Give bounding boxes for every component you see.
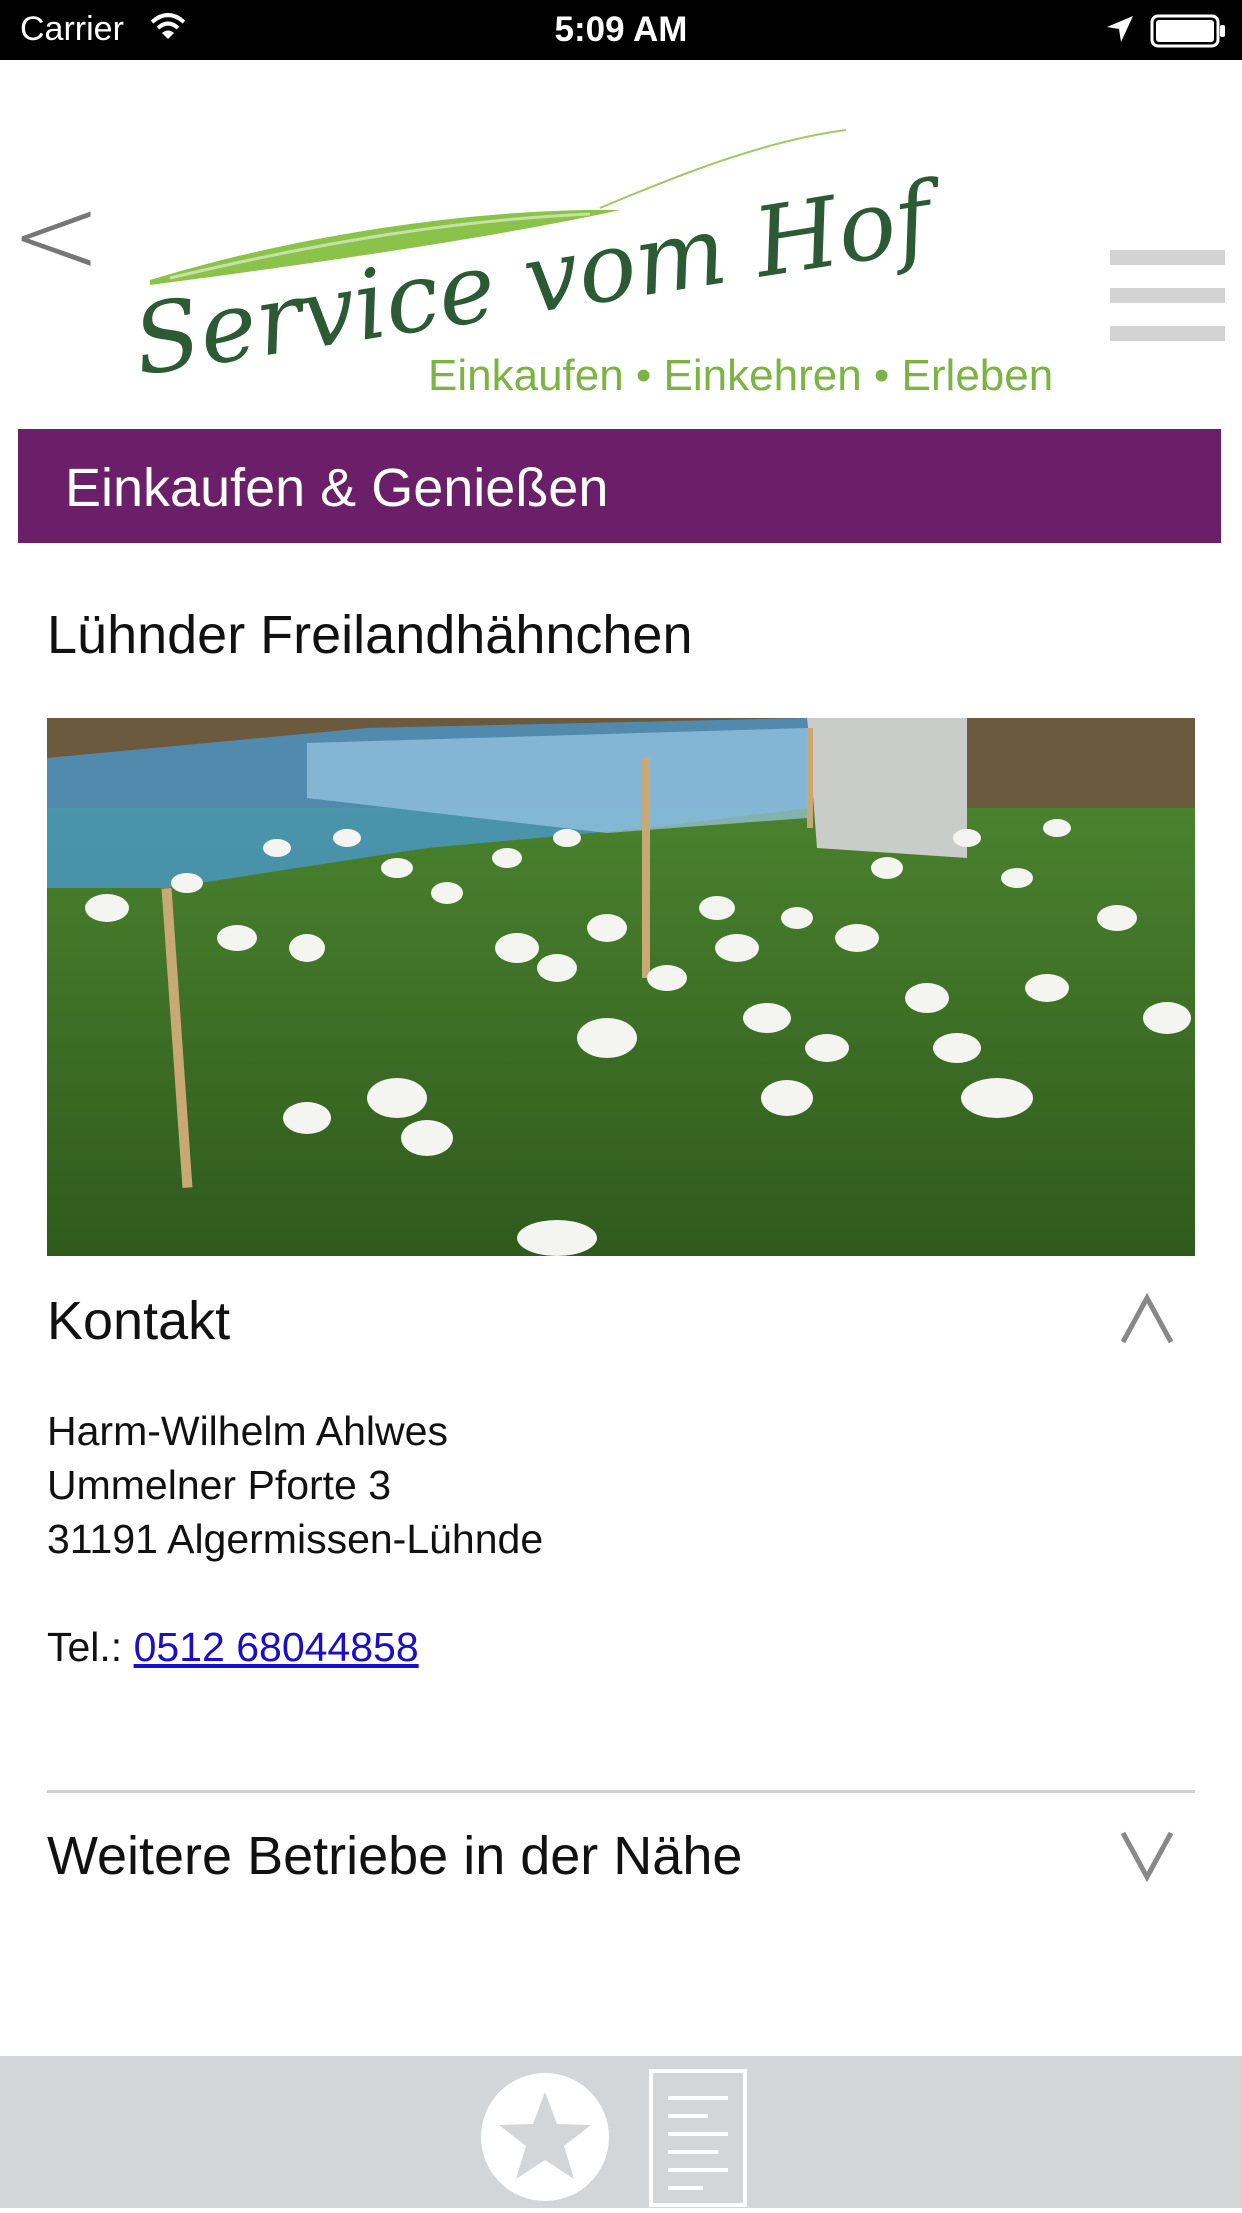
phone-row: Tel.: 0512 68044858 xyxy=(47,1620,543,1674)
listing-title: Lühnder Freilandhähnchen xyxy=(47,605,693,665)
svg-text:Einkaufen • Einkehren • Erlebe: Einkaufen • Einkehren • Erleben xyxy=(428,351,1053,400)
contact-details: Harm-Wilhelm Ahlwes Ummelner Pforte 3 31… xyxy=(47,1404,543,1674)
contact-name: Harm-Wilhelm Ahlwes xyxy=(47,1408,448,1454)
star-icon xyxy=(481,2073,609,2201)
menu-bar-line xyxy=(1110,250,1225,265)
menu-bar-line xyxy=(1110,288,1225,303)
category-title: Einkaufen & Genießen xyxy=(65,458,609,518)
app-header: < Service vom Hof Einkaufen • Einkehren … xyxy=(0,60,1242,430)
nearby-section-header[interactable]: Weitere Betriebe in der Nähe xyxy=(47,1825,1195,1905)
document-button[interactable] xyxy=(648,2068,748,2208)
contact-street: Ummelner Pforte 3 xyxy=(47,1462,392,1508)
menu-bar-line xyxy=(1110,326,1225,341)
nearby-heading: Weitere Betriebe in der Nähe xyxy=(47,1826,743,1886)
farm-photo xyxy=(47,718,1195,1256)
section-divider xyxy=(47,1790,1195,1793)
back-button[interactable]: < xyxy=(10,180,102,290)
document-icon xyxy=(649,2069,747,2207)
category-bar: Einkaufen & Genießen xyxy=(18,429,1221,543)
chevron-up-icon[interactable] xyxy=(1117,1290,1177,1350)
phone-link[interactable]: 0512 68044858 xyxy=(134,1624,419,1670)
hamburger-menu-button[interactable] xyxy=(1110,250,1225,345)
favorites-button[interactable] xyxy=(480,2072,610,2202)
chevron-down-icon[interactable] xyxy=(1117,1825,1177,1885)
status-bar: Carrier 5:09 AM xyxy=(0,0,1242,60)
contact-section-header[interactable]: Kontakt xyxy=(47,1290,1195,1370)
location-arrow-icon xyxy=(1105,14,1135,49)
bottom-toolbar xyxy=(0,2056,1242,2208)
contact-city: 31191 Algermissen-Lühnde xyxy=(47,1516,544,1562)
service-vom-hof-logo[interactable]: Service vom Hof Einkaufen • Einkehren • … xyxy=(126,90,1070,440)
phone-label: Tel.: xyxy=(47,1624,123,1670)
clock: 5:09 AM xyxy=(554,10,688,49)
battery-icon xyxy=(1150,14,1226,53)
contact-heading: Kontakt xyxy=(47,1291,231,1351)
